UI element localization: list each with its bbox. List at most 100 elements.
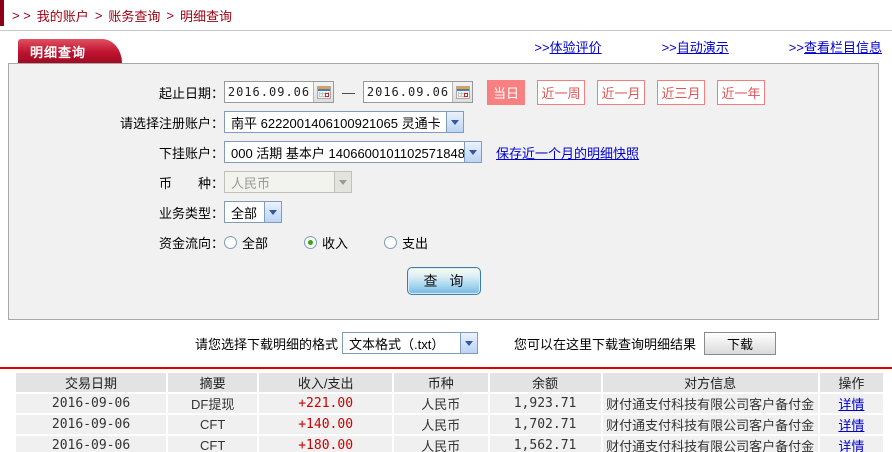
fund-flow-row: 资金流向： 全部 收入 支出 [9, 230, 878, 254]
business-type-select[interactable]: 全部 [224, 201, 282, 223]
business-type-row: 业务类型： 全部 [9, 200, 878, 224]
col-header-amount: 收入/支出 [257, 371, 394, 394]
col-header-counterparty: 对方信息 [600, 371, 820, 394]
col-header-currency: 币种 [391, 371, 490, 394]
transaction-table: 交易日期 摘要 收入/支出 币种 余额 对方信息 操作 2016-09-06 D… [13, 371, 886, 452]
breadcrumb-separator: > [166, 7, 175, 23]
end-date-input[interactable]: 2016.09.06 [363, 81, 473, 103]
start-date-calendar-button[interactable] [313, 82, 333, 102]
link-experience-rating[interactable]: >>体验评价 [534, 37, 601, 56]
breadcrumb-separator: > [94, 7, 103, 23]
business-type-value: 全部 [231, 205, 258, 221]
cell-summary: CFT [166, 413, 260, 436]
chevron-down-icon [446, 112, 463, 132]
link-auto-demo[interactable]: >>自动演示 [662, 37, 729, 56]
sub-account-label: 下挂账户： [158, 145, 224, 161]
radio-label: 收入 [322, 235, 349, 251]
col-header-date: 交易日期 [13, 371, 169, 394]
cell-date: 2016-09-06 [13, 413, 169, 436]
cell-summary: DF提现 [166, 392, 260, 415]
tab-title: 明细查询 [30, 44, 87, 60]
cell-summary: CFT [166, 434, 260, 452]
download-bar: 请您选择下载明细的格式 文本格式（.txt） 您可以在这里下载查询明细结果 下载 [0, 326, 892, 360]
cell-currency: 人民币 [391, 392, 490, 415]
chevron-down-icon [464, 142, 481, 162]
download-format-label: 请您选择下载明细的格式 [195, 336, 339, 352]
query-form-panel: 起止日期： 2016.09.06 — 2016.09.06 当日 近一周 近一月… [8, 63, 879, 320]
currency-value: 人民币 [231, 175, 271, 191]
end-date-value: 2016.09.06 [366, 85, 450, 99]
register-account-select[interactable]: 南平 6222001406100921065 灵通卡 [224, 111, 464, 133]
calendar-icon [316, 85, 331, 99]
detail-link[interactable]: 详情 [838, 418, 864, 433]
currency-row: 币 种： 人民币 [9, 170, 878, 194]
link-arrows: >> [788, 40, 804, 55]
chevron-down-icon [264, 202, 281, 222]
quick-button-last-week[interactable]: 近一周 [537, 79, 585, 105]
radio-label: 支出 [402, 235, 429, 251]
download-format-value: 文本格式（.txt） [349, 336, 445, 352]
cell-balance: 1,702.71 [487, 413, 603, 436]
radio-icon[interactable] [224, 235, 237, 249]
cell-amount: +140.00 [257, 413, 394, 436]
chevron-down-icon [334, 172, 351, 192]
col-header-balance: 余额 [487, 371, 603, 394]
register-account-label: 请选择注册账户： [119, 115, 224, 131]
breadcrumb-item-my-account[interactable]: 我的账户 [37, 6, 89, 25]
cell-amount: +180.00 [257, 434, 394, 452]
link-view-column-info[interactable]: >>查看栏目信息 [789, 37, 882, 56]
download-hint: 您可以在这里下载查询明细结果 [514, 336, 697, 352]
quick-button-today[interactable]: 当日 [487, 79, 525, 105]
sub-account-select[interactable]: 000 活期 基本户 1406600101102571848 [224, 141, 482, 163]
currency-label: 币 种： [158, 175, 224, 191]
cell-balance: 1,562.71 [487, 434, 603, 452]
chevron-down-icon [460, 333, 478, 353]
table-row: 2016-09-06 DF提现 +221.00 人民币 1,923.71 财付通… [13, 392, 886, 415]
radio-option-income[interactable]: 收入 [304, 233, 348, 252]
fund-flow-options: 全部 收入 支出 [224, 233, 428, 252]
radio-icon[interactable] [304, 235, 318, 249]
query-button[interactable]: 查 询 [406, 267, 481, 295]
link-arrows: >> [661, 40, 677, 55]
business-type-label: 业务类型： [158, 205, 224, 221]
left-red-sliver [0, 0, 4, 26]
cell-currency: 人民币 [391, 434, 490, 452]
breadcrumb-prefix: > > [12, 7, 31, 23]
tab-bar: 明细查询 >>体验评价 >>自动演示 >>查看栏目信息 [0, 31, 892, 63]
end-date-calendar-button[interactable] [452, 82, 472, 102]
radio-icon[interactable] [384, 235, 398, 249]
header-links: >>体验评价 >>自动演示 >>查看栏目信息 [534, 37, 882, 56]
fund-flow-label: 资金流向： [158, 235, 224, 251]
breadcrumb-item-account-query[interactable]: 账务查询 [108, 6, 160, 25]
start-date-input[interactable]: 2016.09.06 [224, 81, 334, 103]
radio-label: 全部 [242, 235, 269, 251]
cell-date: 2016-09-06 [13, 434, 169, 452]
red-divider [0, 367, 892, 369]
cell-date: 2016-09-06 [13, 392, 169, 415]
breadcrumb-item-detail-query[interactable]: 明细查询 [180, 6, 232, 25]
register-account-row: 请选择注册账户： 南平 6222001406100921065 灵通卡 [9, 110, 878, 134]
save-snapshot-link[interactable]: 保存近一个月的明细快照 [496, 143, 639, 162]
cell-counterparty: 财付通支付科技有限公司客户备付金 [600, 434, 820, 452]
sub-account-row: 下挂账户： 000 活期 基本户 1406600101102571848 保存近… [9, 140, 878, 164]
calendar-icon [455, 85, 470, 99]
detail-link[interactable]: 详情 [838, 397, 864, 412]
quick-range-buttons: 当日 近一周 近一月 近三月 近一年 [487, 79, 765, 105]
detail-link[interactable]: 详情 [838, 439, 864, 452]
download-format-select[interactable]: 文本格式（.txt） [342, 332, 479, 354]
radio-option-expense[interactable]: 支出 [384, 233, 428, 252]
cell-balance: 1,923.71 [487, 392, 603, 415]
start-date-value: 2016.09.06 [227, 85, 311, 99]
quick-button-last-3-months[interactable]: 近三月 [657, 79, 705, 105]
radio-option-all[interactable]: 全部 [224, 233, 268, 252]
table-header-row: 交易日期 摘要 收入/支出 币种 余额 对方信息 操作 [13, 371, 886, 394]
quick-button-last-month[interactable]: 近一月 [597, 79, 645, 105]
quick-button-last-year[interactable]: 近一年 [717, 79, 765, 105]
date-range-label: 起止日期： [158, 85, 224, 101]
link-label: 体验评价 [549, 40, 602, 55]
cell-counterparty: 财付通支付科技有限公司客户备付金 [600, 392, 820, 415]
register-account-value: 南平 6222001406100921065 灵通卡 [231, 115, 441, 131]
date-range-row: 起止日期： 2016.09.06 — 2016.09.06 当日 近一周 近一月… [9, 79, 878, 105]
tab-detail-query[interactable]: 明细查询 [18, 39, 122, 63]
download-button[interactable]: 下载 [704, 331, 777, 355]
